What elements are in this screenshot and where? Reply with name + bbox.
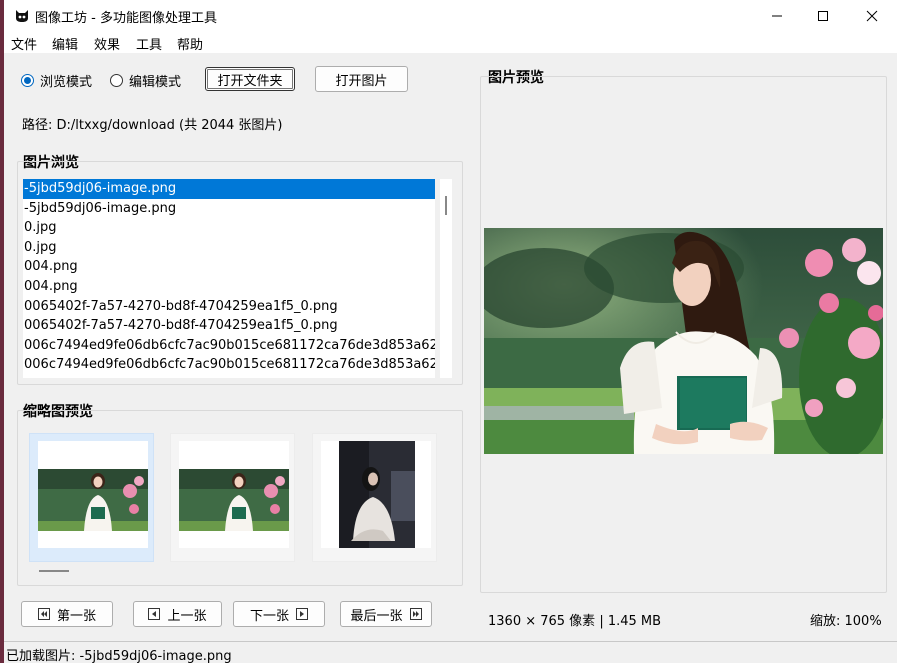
edit-mode-label: 编辑模式	[129, 75, 182, 90]
arrow-right-icon	[296, 608, 308, 620]
thumbnail-item[interactable]	[29, 433, 154, 562]
radio-unselected-icon	[110, 74, 123, 87]
maximize-icon	[818, 10, 828, 21]
list-item[interactable]: 0065402f-7a57-4270-bd8f-4704259ea1f5_0.p…	[23, 316, 435, 336]
menu-file[interactable]: 文件	[11, 34, 37, 53]
skip-first-icon	[37, 608, 50, 620]
last-image-label: 最后一张	[350, 608, 403, 624]
thumbnail-item[interactable]	[170, 433, 295, 562]
list-item[interactable]: 0065402f-7a57-4270-bd8f-4704259ea1f5_0.p…	[23, 297, 435, 317]
preview-image	[484, 228, 883, 454]
list-item[interactable]: 004.png	[23, 257, 435, 277]
close-icon	[866, 10, 878, 21]
browse-mode-label: 浏览模式	[40, 75, 93, 90]
title-bar: 图像工坊 - 多功能图像处理工具	[4, 0, 897, 31]
thumbnail-item[interactable]	[312, 433, 437, 562]
list-scrollbar-thumb[interactable]	[445, 196, 447, 215]
open-image-button[interactable]: 打开图片	[315, 66, 408, 92]
thumbnail-image	[38, 441, 148, 548]
browse-mode-radio[interactable]: 浏览模式	[21, 71, 92, 90]
list-item[interactable]: 006c7494ed9fe06db6cfc7ac90b015ce681172ca…	[23, 336, 435, 356]
thumbnail-scrollbar-thumb[interactable]	[39, 570, 69, 572]
zoom-level: 缩放: 100%	[810, 614, 882, 629]
arrow-left-icon	[148, 608, 161, 620]
menu-effects[interactable]: 效果	[94, 34, 120, 53]
open-folder-button[interactable]: 打开文件夹	[205, 67, 295, 91]
next-image-button[interactable]: 下一张	[233, 601, 325, 627]
next-image-label: 下一张	[249, 608, 289, 624]
list-item[interactable]: 004.png	[23, 277, 435, 297]
status-text: 已加载图片: -5jbd59dj06-image.png	[6, 649, 232, 663]
cat-app-icon	[16, 10, 28, 22]
window-title: 图像工坊 - 多功能图像处理工具	[35, 11, 217, 26]
list-item[interactable]: 006c7494ed9fe06db6cfc7ac90b015ce681172ca…	[23, 355, 435, 375]
app-window: 图像工坊 - 多功能图像处理工具 文件 编辑 效果 工具 帮助 浏览模式 编辑模…	[4, 0, 897, 663]
skip-last-icon	[409, 608, 422, 620]
menu-edit[interactable]: 编辑	[52, 34, 78, 53]
status-bar: 已加载图片: -5jbd59dj06-image.png	[4, 641, 897, 663]
first-image-label: 第一张	[56, 608, 96, 624]
prev-image-label: 上一张	[167, 608, 207, 624]
menu-help[interactable]: 帮助	[177, 34, 203, 53]
list-item[interactable]: -5jbd59dj06-image.png	[23, 199, 435, 219]
maximize-button[interactable]	[800, 0, 846, 31]
image-info: 1360 × 765 像素 | 1.45 MB	[488, 614, 662, 629]
menu-tools[interactable]: 工具	[136, 34, 162, 53]
list-scrollbar[interactable]	[440, 179, 452, 378]
thumbnail-image	[179, 441, 289, 548]
edit-mode-radio[interactable]: 编辑模式	[110, 71, 181, 90]
minimize-icon	[772, 15, 782, 16]
thumbnail-image	[321, 441, 431, 548]
list-item[interactable]: 0.jpg	[23, 218, 435, 238]
path-label: 路径: D:/ltxxg/download (共 2044 张图片)	[22, 118, 283, 133]
menu-bar: 文件 编辑 效果 工具 帮助	[4, 31, 897, 53]
close-button[interactable]	[849, 0, 895, 31]
minimize-button[interactable]	[754, 0, 800, 31]
file-listbox[interactable]: -5jbd59dj06-image.png -5jbd59dj06-image.…	[23, 179, 435, 378]
list-item[interactable]: 0.jpg	[23, 238, 435, 258]
radio-selected-icon	[21, 74, 34, 87]
prev-image-button[interactable]: 上一张	[133, 601, 222, 627]
list-item[interactable]: -5jbd59dj06-image.png	[23, 179, 435, 199]
last-image-button[interactable]: 最后一张	[340, 601, 432, 627]
first-image-button[interactable]: 第一张	[21, 601, 113, 627]
